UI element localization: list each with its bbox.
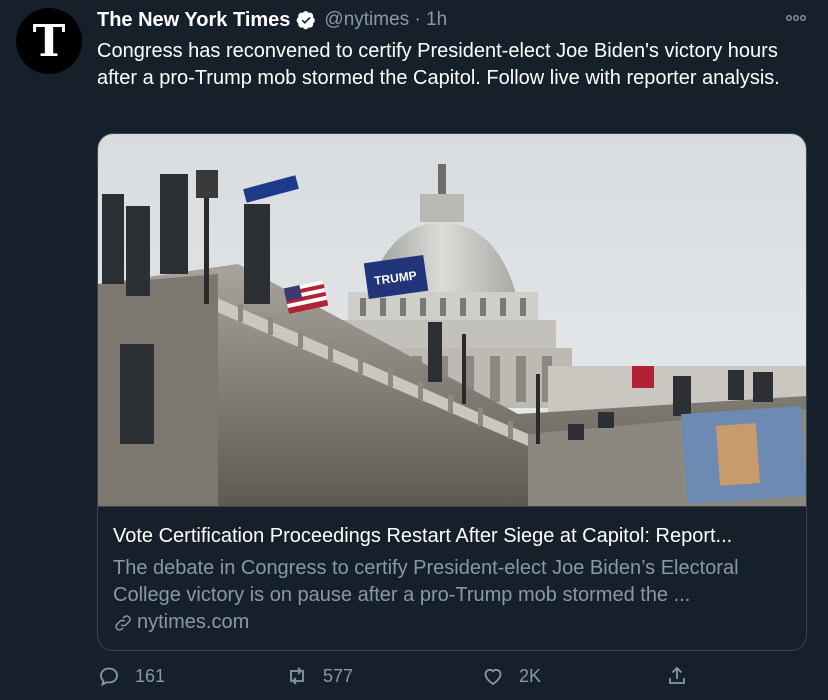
card-body[interactable]: Vote Certification Proceedings Restart A… (98, 506, 806, 650)
link-icon (115, 614, 131, 631)
verified-icon (297, 11, 316, 30)
tweet-header: The New York Times @nytimes · 1h (97, 6, 808, 34)
reply-count: 161 (135, 665, 166, 686)
reply-icon (100, 667, 118, 687)
retweet-count: 577 (323, 665, 354, 686)
card-description: The debate in Congress to certify Presid… (113, 557, 739, 606)
author-handle[interactable]: @nytimes · 1h (324, 9, 447, 31)
card-domain: nytimes.com (113, 611, 249, 634)
tweet-text: Congress has reconvened to certify Presi… (97, 40, 780, 89)
avatar-letter: T (32, 16, 66, 67)
tweet-actions: 161 577 2K (97, 664, 797, 696)
author-name[interactable]: The New York Times (97, 9, 290, 32)
card-title: Vote Certification Proceedings Restart A… (113, 525, 733, 547)
like-button[interactable]: 2K (481, 664, 541, 688)
share-button[interactable] (665, 664, 703, 688)
reply-button[interactable]: 161 (97, 664, 165, 688)
share-icon (669, 666, 685, 684)
card-domain-text: nytimes.com (137, 611, 250, 633)
like-count: 2K (519, 665, 542, 686)
retweet-icon (290, 667, 304, 685)
like-icon (484, 668, 502, 686)
link-card[interactable]: TRUMP Vote Certification Proceedings Res… (97, 133, 807, 651)
retweet-button[interactable]: 577 (285, 664, 353, 688)
card-image[interactable]: TRUMP (98, 134, 806, 506)
avatar[interactable]: T (16, 8, 82, 74)
more-icon[interactable] (784, 8, 808, 28)
